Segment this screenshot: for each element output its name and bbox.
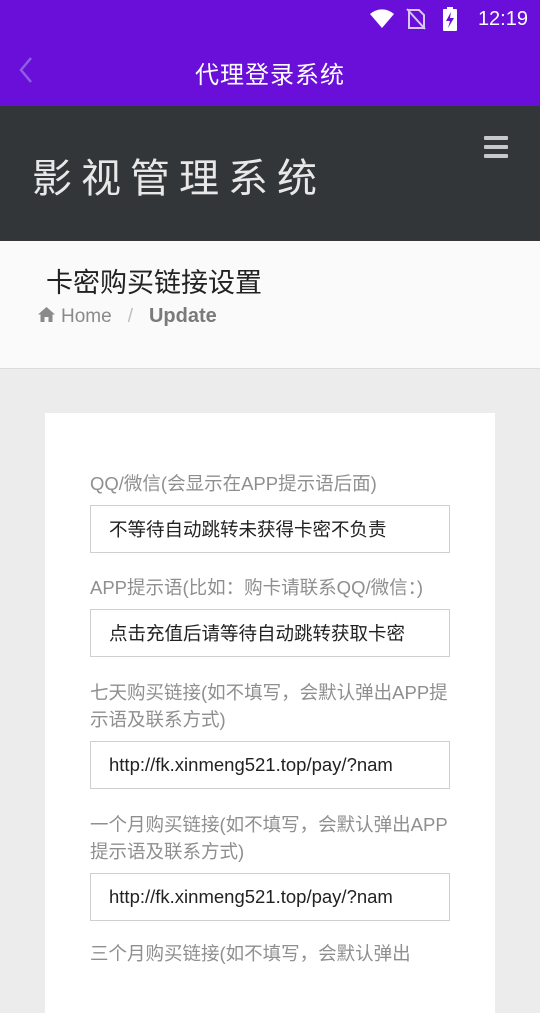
menu-bar — [484, 136, 508, 140]
no-sim-icon — [404, 7, 428, 31]
home-icon — [38, 306, 55, 328]
breadcrumb-home-link[interactable]: Home — [38, 306, 112, 328]
menu-bar — [484, 154, 508, 158]
settings-form-card: QQ/微信(会显示在APP提示语后面) 不等待自动跳转未获得卡密不负责 APP提… — [45, 413, 495, 1013]
app-bar: 代理登录系统 — [0, 38, 540, 106]
field-label: 一个月购买链接(如不填写，会默认弹出APP提示语及联系方式) — [90, 814, 448, 862]
chevron-left-icon — [18, 56, 34, 88]
form-field-one-month-link: 一个月购买链接(如不填写，会默认弹出APP提示语及联系方式) http://fk… — [90, 811, 450, 921]
brand-title: 影视管理系统 — [32, 156, 326, 202]
status-bar: 12:19 — [0, 0, 540, 38]
brand-bar: 影视管理系统 — [0, 106, 540, 241]
breadcrumb-separator: / — [127, 305, 133, 327]
battery-charging-icon — [438, 7, 462, 31]
field-label: 三个月购买链接(如不填写，会默认弹出 — [90, 943, 411, 964]
breadcrumb-home-label: Home — [61, 305, 112, 327]
form-field-three-month-link: 三个月购买链接(如不填写，会默认弹出 — [90, 940, 450, 967]
seven-day-link-input[interactable]: http://fk.xinmeng521.top/pay/?nam — [90, 741, 450, 789]
app-tip-input[interactable]: 点击充值后请等待自动跳转获取卡密 — [90, 609, 450, 657]
app-title: 代理登录系统 — [195, 60, 345, 89]
form-field-qq-wechat: QQ/微信(会显示在APP提示语后面) 不等待自动跳转未获得卡密不负责 — [90, 470, 450, 553]
page-header: 卡密购买链接设置 Home / Update — [0, 241, 540, 369]
back-button[interactable] — [6, 52, 46, 92]
breadcrumb: Home / Update — [38, 305, 217, 328]
field-label: 七天购买链接(如不填写，会默认弹出APP提示语及联系方式) — [90, 682, 448, 730]
wifi-icon — [369, 7, 394, 31]
menu-button[interactable] — [484, 136, 514, 162]
form-field-app-tip: APP提示语(比如：购卡请联系QQ/微信：) 点击充值后请等待自动跳转获取卡密 — [90, 574, 450, 657]
qq-wechat-input[interactable]: 不等待自动跳转未获得卡密不负责 — [90, 505, 450, 553]
clock: 12:19 — [477, 7, 528, 30]
form-field-seven-day-link: 七天购买链接(如不填写，会默认弹出APP提示语及联系方式) http://fk.… — [90, 679, 450, 789]
breadcrumb-current: Update — [148, 305, 217, 327]
field-label: APP提示语(比如：购卡请联系QQ/微信：) — [90, 577, 424, 598]
one-month-link-input[interactable]: http://fk.xinmeng521.top/pay/?nam — [90, 873, 450, 921]
page-title: 卡密购买链接设置 — [46, 268, 262, 299]
menu-bar — [484, 145, 508, 149]
field-label: QQ/微信(会显示在APP提示语后面) — [90, 473, 377, 494]
